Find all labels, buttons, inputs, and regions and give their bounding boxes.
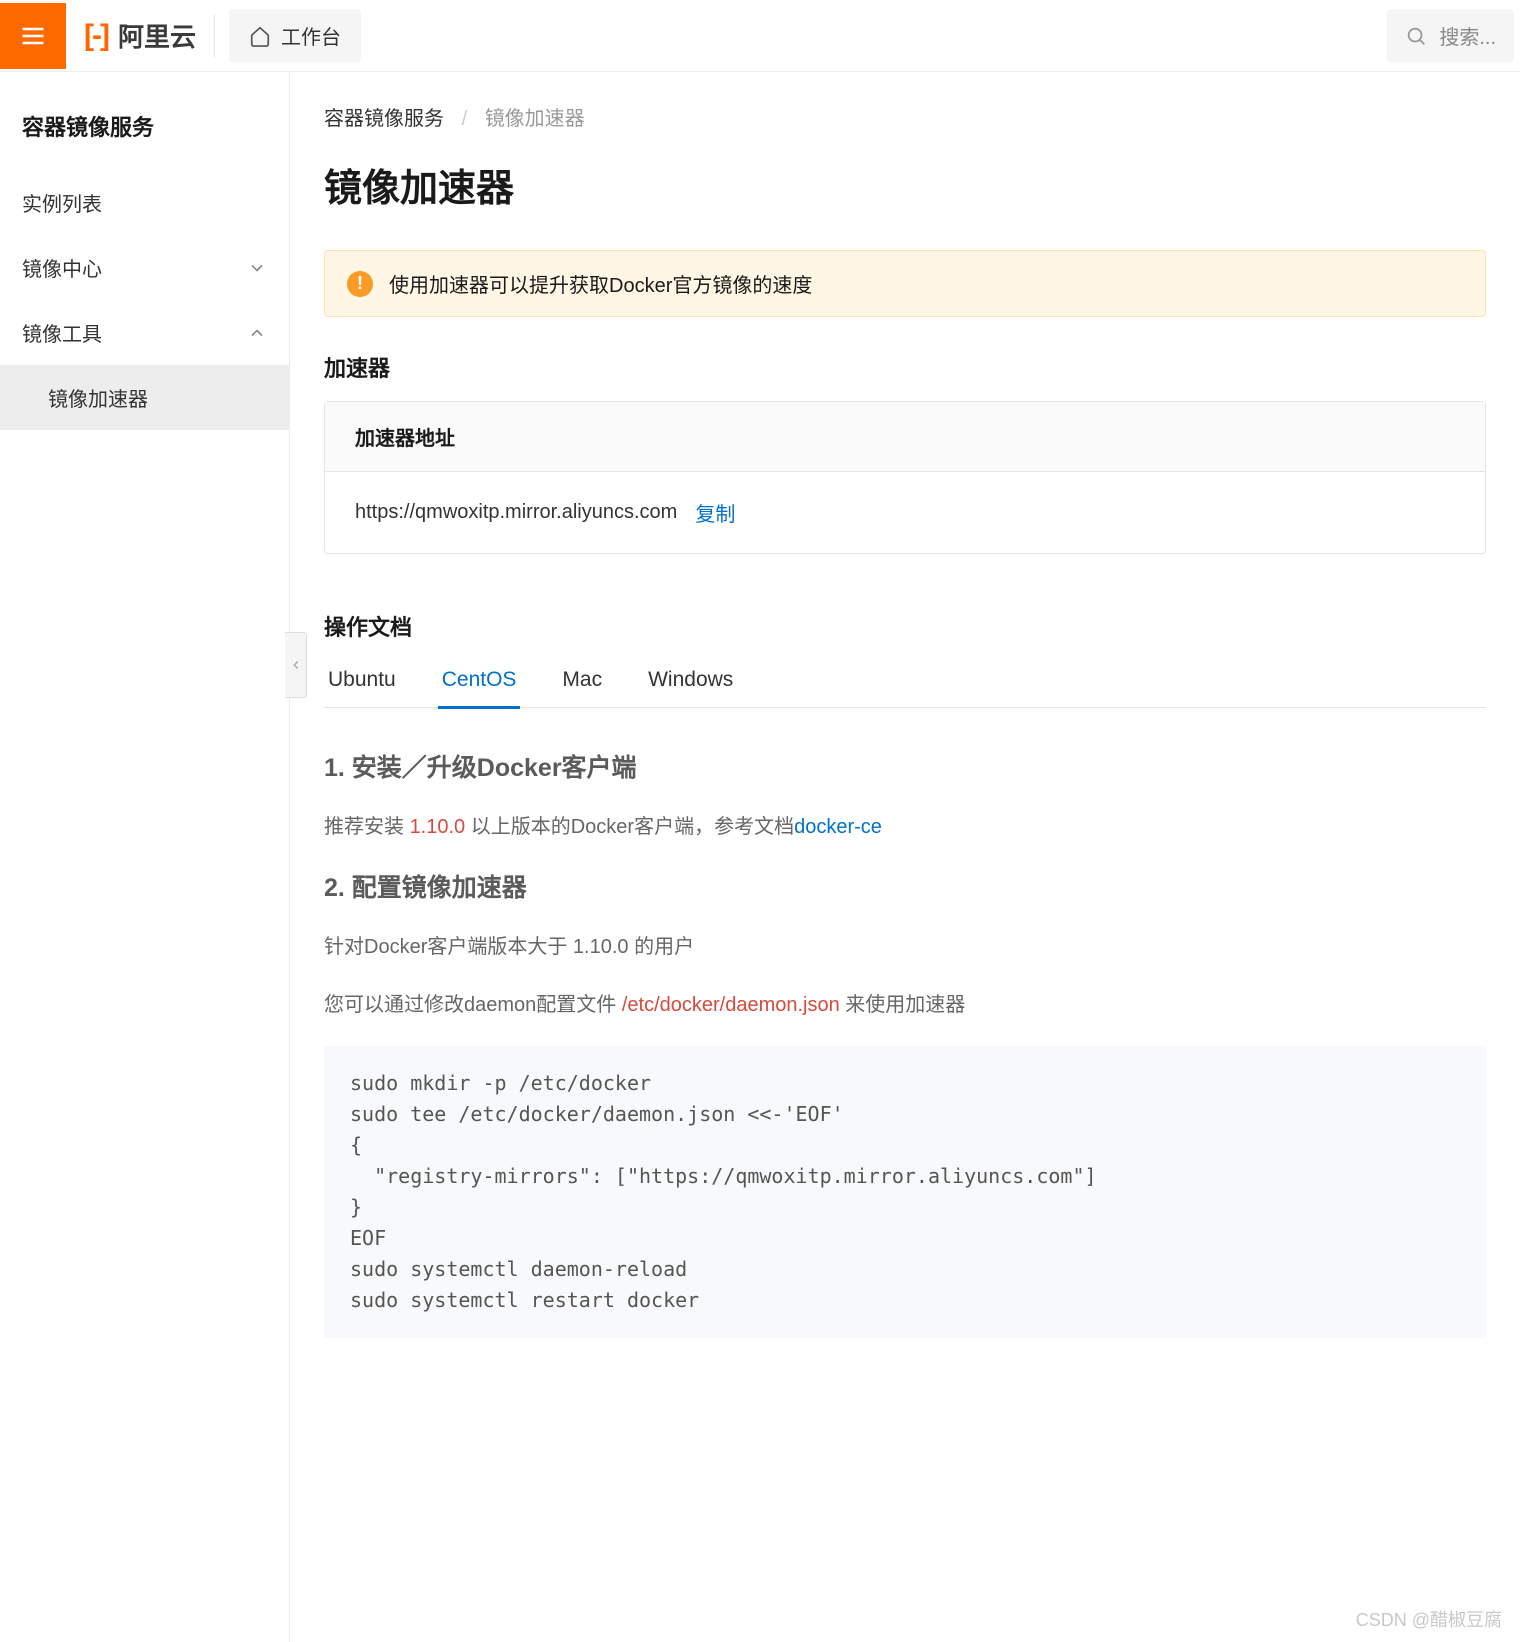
daemon-json-path: /etc/docker/daemon.json: [622, 994, 840, 1016]
step1-text: 推荐安装 1.10.0 以上版本的Docker客户端，参考文档docker-ce: [324, 810, 1486, 844]
accelerator-address-label: 加速器地址: [325, 402, 1485, 472]
watermark: CSDN @醋椒豆腐: [1356, 1606, 1502, 1632]
tab-ubuntu[interactable]: Ubuntu: [324, 662, 400, 709]
sidebar-item-image-tools[interactable]: 镜像工具: [0, 300, 289, 365]
chevron-down-icon: [247, 258, 267, 278]
top-header: [-] 阿里云 工作台 搜索...: [0, 0, 1520, 72]
breadcrumb-separator: /: [462, 108, 468, 130]
brand-bracket-icon: [-]: [84, 19, 108, 53]
search-placeholder: 搜索...: [1439, 21, 1496, 50]
info-icon: !: [347, 271, 373, 297]
sidebar-title: 容器镜像服务: [0, 92, 289, 170]
step2-text-1: 针对Docker客户端版本大于 1.10.0 的用户: [324, 930, 1486, 964]
brand-text: 阿里云: [118, 17, 196, 54]
hamburger-menu-button[interactable]: [0, 3, 66, 69]
brand-logo[interactable]: [-] 阿里云: [66, 14, 215, 58]
breadcrumb-root[interactable]: 容器镜像服务: [324, 108, 444, 130]
chevron-up-icon: [247, 323, 267, 343]
code-block[interactable]: sudo mkdir -p /etc/docker sudo tee /etc/…: [324, 1046, 1486, 1338]
info-alert: ! 使用加速器可以提升获取Docker官方镜像的速度: [324, 250, 1486, 317]
sidebar: 容器镜像服务 实例列表 镜像中心 镜像工具 镜像加速器: [0, 72, 290, 1642]
accelerator-section-title: 加速器: [324, 351, 1486, 383]
docs-section-title: 操作文档: [324, 610, 1486, 642]
main-content: 容器镜像服务 / 镜像加速器 镜像加速器 ! 使用加速器可以提升获取Docker…: [290, 72, 1520, 1642]
copy-button[interactable]: 复制: [695, 498, 735, 527]
step1-heading: 1. 安装／升级Docker客户端: [324, 748, 1486, 784]
sidebar-item-image-center[interactable]: 镜像中心: [0, 235, 289, 300]
sidebar-item-mirror-accelerator[interactable]: 镜像加速器: [0, 365, 289, 430]
tab-centos[interactable]: CentOS: [438, 662, 521, 709]
step2-text-2: 您可以通过修改daemon配置文件 /etc/docker/daemon.jso…: [324, 988, 1486, 1022]
chevron-left-icon: [289, 658, 303, 672]
home-icon: [249, 25, 271, 47]
alert-text: 使用加速器可以提升获取Docker官方镜像的速度: [389, 269, 812, 298]
hamburger-icon: [19, 22, 47, 50]
page-title: 镜像加速器: [324, 157, 1486, 212]
accelerator-url: https://qmwoxitp.mirror.aliyuncs.com: [355, 501, 677, 524]
step2-heading: 2. 配置镜像加速器: [324, 868, 1486, 904]
tab-mac[interactable]: Mac: [558, 662, 606, 709]
breadcrumb: 容器镜像服务 / 镜像加速器: [324, 102, 1486, 131]
search-icon: [1405, 25, 1427, 47]
workspace-button[interactable]: 工作台: [229, 9, 361, 62]
breadcrumb-current: 镜像加速器: [485, 108, 585, 130]
sidebar-item-instances[interactable]: 实例列表: [0, 170, 289, 235]
tab-windows[interactable]: Windows: [644, 662, 737, 709]
sidebar-collapse-handle[interactable]: [285, 632, 307, 698]
accelerator-address-box: 加速器地址 https://qmwoxitp.mirror.aliyuncs.c…: [324, 401, 1486, 554]
workspace-label: 工作台: [281, 21, 341, 50]
version-highlight: 1.10.0: [410, 816, 466, 838]
search-input[interactable]: 搜索...: [1387, 9, 1514, 62]
docker-ce-link[interactable]: docker-ce: [794, 816, 882, 838]
os-tabs: Ubuntu CentOS Mac Windows: [324, 662, 1486, 708]
